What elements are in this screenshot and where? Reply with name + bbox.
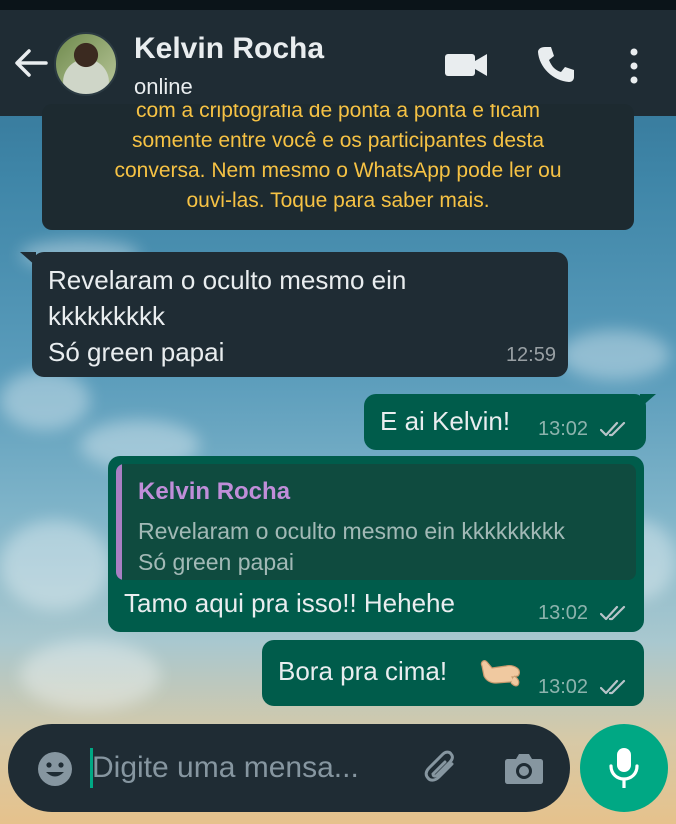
quote-author: Kelvin Rocha [138, 478, 291, 505]
chat-header: Kelvin Rocha online [0, 10, 676, 116]
contact-name[interactable]: Kelvin Rocha [134, 32, 324, 66]
wallpaper-cloud [20, 640, 160, 710]
outgoing-reply-message[interactable]: Kelvin Rocha Revelaram o oculto mesmo ei… [108, 456, 644, 632]
quoted-message[interactable]: Kelvin Rocha Revelaram o oculto mesmo ei… [116, 464, 636, 580]
message-line: kkkkkkkkk [48, 301, 165, 331]
read-ticks-icon [600, 679, 626, 695]
incoming-message[interactable]: Revelaram o oculto mesmo ein kkkkkkkkk S… [32, 252, 568, 377]
avatar[interactable] [54, 32, 118, 96]
message-line: Revelaram o oculto mesmo ein [48, 265, 407, 295]
call-me-hand-icon [480, 660, 520, 687]
quote-line: Revelaram o oculto mesmo ein kkkkkkkkk [138, 518, 565, 544]
message-time: 13:02 [538, 676, 589, 698]
emoji-icon[interactable] [36, 750, 74, 788]
camera-icon[interactable] [504, 750, 544, 786]
encryption-notice[interactable]: com a criptografia de ponta a ponta e fi… [42, 104, 634, 230]
read-ticks-icon [600, 421, 626, 437]
quote-line: Só green papai [138, 549, 295, 575]
notice-line: conversa. Nem mesmo o WhatsApp pode ler … [114, 159, 562, 182]
notice-line: somente entre você e os participantes de… [131, 129, 545, 152]
message-text: E ai Kelvin! [380, 406, 511, 436]
phone-icon[interactable] [536, 44, 576, 84]
quote-bar [116, 464, 122, 580]
notice-line: com a criptografia de ponta a ponta e fi… [136, 104, 540, 122]
wallpaper-cloud [0, 370, 90, 430]
mic-icon [609, 748, 639, 788]
message-text: Tamo aqui pra isso!! Hehehe [124, 588, 455, 618]
contact-status: online [134, 74, 193, 99]
read-ticks-icon [600, 605, 626, 621]
notice-line: ouvi-las. Toque para saber mais. [186, 189, 490, 212]
message-composer [8, 724, 570, 812]
wallpaper-cloud [0, 520, 110, 610]
message-time: 12:59 [505, 344, 556, 366]
message-text: Bora pra cima! [278, 656, 448, 686]
mic-button[interactable] [580, 724, 668, 812]
video-call-icon[interactable] [444, 50, 488, 80]
message-line: Só green papai [48, 337, 225, 367]
attach-icon[interactable] [422, 748, 462, 788]
more-options-icon[interactable] [624, 46, 644, 86]
status-bar [0, 0, 676, 10]
wallpaper-cloud [560, 330, 670, 380]
message-time: 13:02 [538, 418, 589, 440]
message-input[interactable] [92, 742, 412, 794]
back-arrow-icon[interactable] [14, 48, 48, 78]
outgoing-message[interactable]: Bora pra cima! 13:02 [262, 640, 644, 706]
outgoing-message[interactable]: E ai Kelvin! 13:02 [364, 394, 646, 450]
message-time: 13:02 [538, 602, 589, 624]
